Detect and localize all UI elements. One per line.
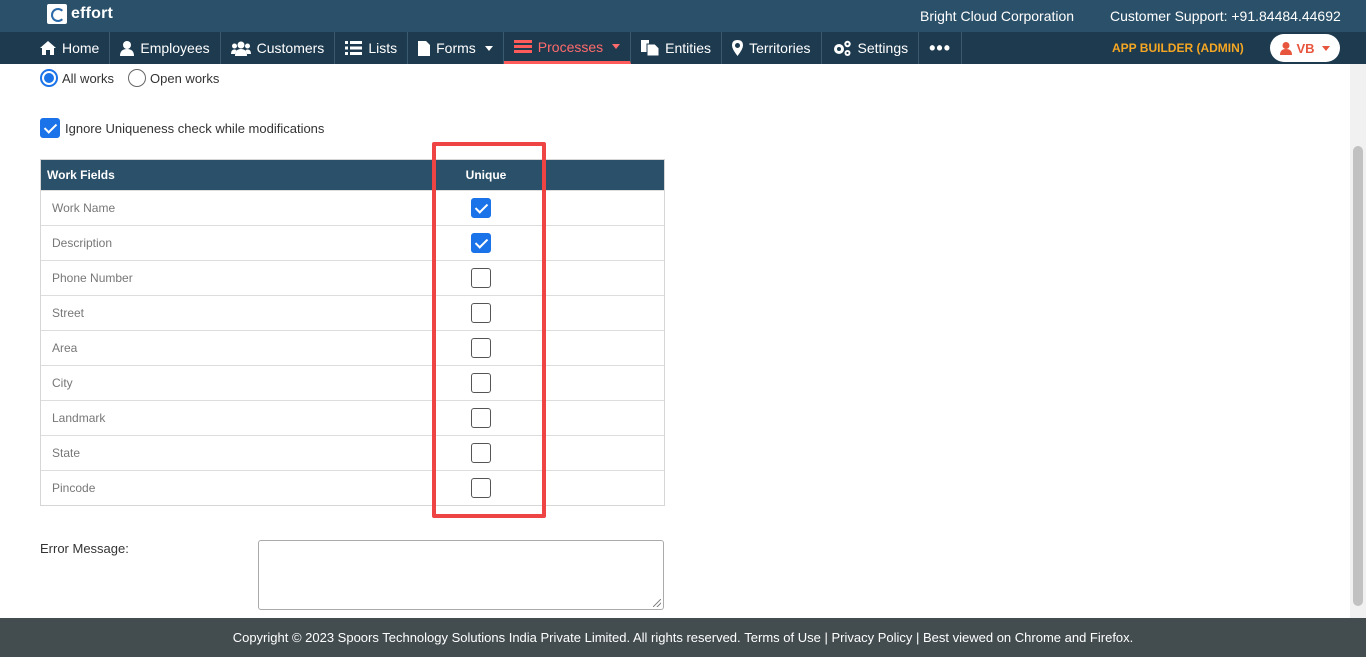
company-name: Bright Cloud Corporation xyxy=(920,8,1075,24)
process-icon xyxy=(513,40,532,53)
table-row: City xyxy=(41,365,664,400)
nav-settings-label: Settings xyxy=(857,40,909,56)
work-fields-table: Work Fields Unique Work Name Description P… xyxy=(40,159,665,506)
field-name: Landmark xyxy=(52,411,106,425)
nav-employees[interactable]: Employees xyxy=(110,32,221,64)
privacy-link[interactable]: Privacy Policy xyxy=(831,630,912,645)
user-menu-button[interactable]: VB xyxy=(1270,34,1340,62)
nav-lists-label: Lists xyxy=(368,40,398,56)
chevron-down-icon xyxy=(1321,45,1330,51)
user-initials: VB xyxy=(1296,40,1315,56)
table-row: State xyxy=(41,435,664,470)
vertical-scrollbar[interactable] xyxy=(1350,64,1366,618)
nav-customers[interactable]: Customers xyxy=(221,32,336,64)
resize-handle-icon[interactable] xyxy=(653,599,661,607)
radio-open-works[interactable]: Open works xyxy=(128,69,219,87)
col-work-fields: Work Fields xyxy=(47,168,115,182)
home-icon xyxy=(40,41,56,55)
chevron-down-icon xyxy=(612,44,621,49)
more-icon: ••• xyxy=(929,37,952,58)
logo-icon xyxy=(47,4,67,24)
best-viewed-text: Best viewed on Chrome and Firefox. xyxy=(923,630,1134,645)
user-icon xyxy=(1280,41,1293,55)
nav-employees-label: Employees xyxy=(140,40,210,56)
user-icon xyxy=(120,40,135,56)
radio-open-works-input[interactable] xyxy=(128,69,147,87)
nav-forms-label: Forms xyxy=(436,40,476,56)
top-bar: effort Bright Cloud Corporation Customer… xyxy=(0,0,1366,32)
radio-all-works-input[interactable] xyxy=(40,69,58,87)
nav-entities[interactable]: Entities xyxy=(631,32,723,64)
main-nav: Home Employees Customers Lists Forms Pro… xyxy=(0,32,1366,64)
table-row: Street xyxy=(41,295,664,330)
field-name: City xyxy=(52,376,73,390)
field-name: Pincode xyxy=(52,481,96,495)
table-row: Area xyxy=(41,330,664,365)
nav-territories[interactable]: Territories xyxy=(722,32,822,64)
nav-forms[interactable]: Forms xyxy=(408,32,504,64)
file-icon xyxy=(418,40,431,56)
field-name: Area xyxy=(52,341,78,355)
nav-settings[interactable]: Settings xyxy=(822,32,920,64)
nav-customers-label: Customers xyxy=(256,40,325,56)
effort-logo[interactable]: effort xyxy=(47,4,113,24)
error-message-label: Error Message: xyxy=(40,541,129,556)
field-name: Street xyxy=(52,306,85,320)
ignore-uniqueness-label: Ignore Uniqueness check while modificati… xyxy=(65,120,325,136)
field-name: State xyxy=(52,446,81,460)
field-name: Work Name xyxy=(52,201,116,215)
radio-all-works[interactable]: All works xyxy=(40,69,114,87)
table-row: Landmark xyxy=(41,400,664,435)
scrollbar-thumb[interactable] xyxy=(1353,146,1363,606)
nav-home-label: Home xyxy=(62,40,100,56)
radio-all-works-label: All works xyxy=(62,70,115,86)
table-row: Description xyxy=(41,225,664,260)
main-content: All works Open works Ignore Uniqueness c… xyxy=(0,64,1350,618)
nav-processes-label: Processes xyxy=(537,38,604,55)
table-row: Phone Number xyxy=(41,260,664,295)
radio-open-works-label: Open works xyxy=(150,70,220,86)
field-name: Description xyxy=(52,236,113,250)
ignore-uniqueness-checkbox[interactable] xyxy=(40,118,60,138)
list-icon xyxy=(345,41,363,55)
ignore-uniqueness-option[interactable]: Ignore Uniqueness check while modificati… xyxy=(40,118,324,138)
map-marker-icon xyxy=(732,40,744,56)
highlight-box xyxy=(432,142,546,518)
table-row: Pincode xyxy=(41,470,664,505)
app-builder-link[interactable]: APP BUILDER (ADMIN) xyxy=(1112,41,1244,55)
nav-more-button[interactable]: ••• xyxy=(919,32,963,64)
logo-text: effort xyxy=(71,5,114,22)
nav-entities-label: Entities xyxy=(665,40,712,56)
field-name: Phone Number xyxy=(52,271,133,285)
gears-icon xyxy=(833,40,851,56)
users-icon xyxy=(230,41,251,56)
nav-processes[interactable]: Processes xyxy=(503,32,632,64)
table-row: Work Name xyxy=(41,190,664,225)
terms-link[interactable]: Terms of Use xyxy=(744,630,821,645)
copyright-text: Copyright © 2023 Spoors Technology Solut… xyxy=(232,630,741,645)
nav-territories-label: Territories xyxy=(749,40,811,56)
works-filter: All works Open works xyxy=(40,69,219,87)
footer: Copyright © 2023 Spoors Technology Solut… xyxy=(0,618,1366,657)
error-message-field[interactable] xyxy=(258,540,664,610)
copy-icon xyxy=(641,40,660,56)
customer-support: Customer Support: +91.84484.44692 xyxy=(1110,8,1341,24)
chevron-down-icon xyxy=(484,45,493,51)
nav-lists[interactable]: Lists xyxy=(335,32,409,64)
table-header: Work Fields Unique xyxy=(41,160,664,190)
nav-home[interactable]: Home xyxy=(30,32,111,64)
